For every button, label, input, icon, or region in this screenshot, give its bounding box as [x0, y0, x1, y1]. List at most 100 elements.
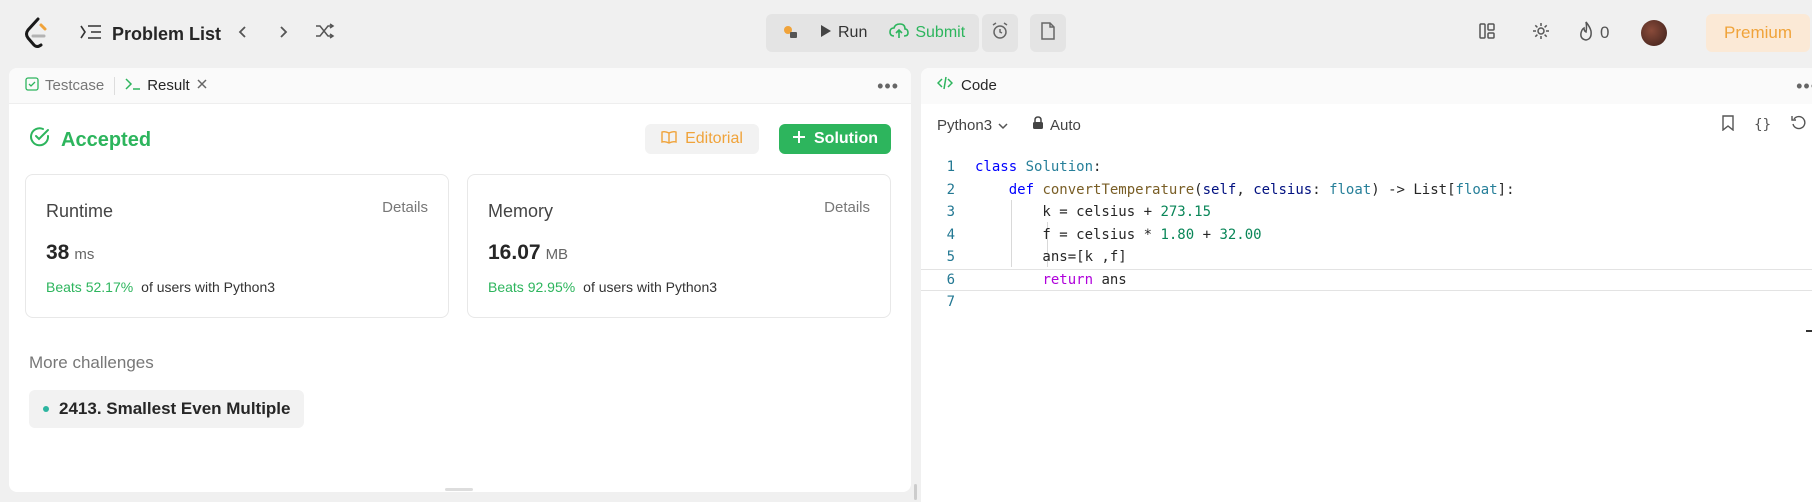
code-line-text: f = celsius * 1.80 + 32.00: [975, 226, 1262, 243]
prev-problem-button[interactable]: [228, 18, 258, 48]
runtime-card[interactable]: Runtime Details 38 ms Beats 52.17% of us…: [25, 174, 449, 318]
runtime-title: Runtime: [46, 201, 114, 221]
memory-details-link[interactable]: Details: [824, 199, 870, 216]
avatar: [1641, 20, 1667, 46]
runtime-details-link[interactable]: Details: [382, 199, 428, 216]
line-number: 1: [946, 159, 955, 176]
auto-mode-label: Auto: [1050, 116, 1081, 134]
check-circle-icon: [29, 126, 51, 154]
run-label: Run: [838, 24, 868, 41]
submit-label: Submit: [915, 24, 966, 41]
streak-counter[interactable]: 0: [1578, 16, 1609, 50]
settings-button[interactable]: [1532, 16, 1550, 50]
memory-title: Memory: [488, 201, 554, 221]
runtime-number: 38: [46, 241, 70, 264]
chevron-left-icon: [238, 23, 248, 44]
tab-result-label: Result: [147, 77, 190, 94]
problem-list-title: Problem List: [112, 23, 222, 44]
layout-icon: [1478, 22, 1496, 45]
memory-beats-suffix: of users with Python3: [583, 279, 718, 295]
auto-mode-toggle[interactable]: Auto: [1032, 116, 1081, 134]
code-icon: [936, 76, 954, 94]
tab-testcase[interactable]: Testcase: [15, 68, 114, 104]
code-line: 3 k = celsius + 273.15: [921, 201, 1812, 224]
play-icon: [820, 24, 832, 43]
bullet-dot: [43, 406, 49, 412]
close-icon[interactable]: [196, 77, 208, 94]
memory-value: 16.07 MB: [488, 241, 568, 265]
alarm-icon: [991, 21, 1009, 45]
streak-count: 0: [1600, 23, 1610, 42]
runtime-value: 38 ms: [46, 241, 94, 265]
more-challenges-title: More challenges: [29, 353, 154, 372]
premium-button[interactable]: Premium: [1706, 14, 1810, 52]
code-line-text: return ans: [1042, 271, 1127, 288]
debug-icon: [780, 22, 798, 45]
code-line: 5 ans=[k ,f]: [921, 246, 1812, 269]
random-problem-button[interactable]: [310, 18, 340, 48]
line-number: 2: [946, 181, 955, 198]
challenge-label: 2413. Smallest Even Multiple: [59, 399, 291, 418]
runtime-beats-percent: Beats 52.17%: [46, 279, 134, 295]
submit-button[interactable]: Submit: [879, 17, 975, 49]
logo-icon[interactable]: [22, 16, 52, 50]
avatar-button[interactable]: [1641, 16, 1667, 50]
runtime-unit: ms: [74, 246, 95, 263]
status-text: Accepted: [61, 128, 152, 151]
testcase-check-icon: [25, 76, 39, 95]
problem-list-link[interactable]: Problem List: [80, 20, 221, 48]
next-problem-button[interactable]: [268, 18, 298, 48]
tab-result[interactable]: Result: [115, 68, 218, 104]
editorial-button[interactable]: Editorial: [645, 124, 759, 154]
reset-icon[interactable]: [1791, 115, 1807, 135]
code-line-text: class Solution:: [975, 159, 1102, 176]
shuffle-icon: [315, 22, 335, 44]
tab-code-label: Code: [961, 76, 997, 94]
code-line: 2 def convertTemperature(self, celsius: …: [921, 179, 1812, 202]
result-panel: Testcase Result ••• Accepted Editorial S…: [9, 68, 911, 492]
runtime-beats: Beats 52.17% of users with Python3: [46, 279, 275, 295]
editor-tools: {}: [1722, 112, 1807, 138]
vertical-resize-handle[interactable]: [445, 488, 473, 491]
notes-button[interactable]: [1030, 14, 1066, 52]
run-button[interactable]: Run: [810, 17, 877, 49]
language-select[interactable]: Python3: [937, 117, 1008, 134]
note-icon: [1040, 21, 1056, 45]
layout-button[interactable]: [1478, 16, 1496, 50]
memory-number: 16.07: [488, 241, 541, 264]
gear-icon: [1532, 22, 1550, 45]
line-number: 3: [946, 204, 955, 221]
memory-card[interactable]: Memory Details 16.07 MB Beats 92.95% of …: [467, 174, 891, 318]
solution-button[interactable]: Solution: [779, 124, 891, 154]
code-editor[interactable]: 1 class Solution: 2 def convertTemperatu…: [921, 156, 1812, 314]
chevron-down-icon: [998, 117, 1008, 134]
memory-unit: MB: [545, 246, 569, 263]
memory-beats: Beats 92.95% of users with Python3: [488, 279, 717, 295]
code-line: 4 f = celsius * 1.80 + 32.00: [921, 224, 1812, 247]
code-line-text: ans=[k ,f]: [975, 249, 1127, 266]
plus-icon: [792, 130, 806, 149]
terminal-icon: [125, 77, 141, 95]
tab-code[interactable]: Code: [936, 76, 997, 94]
braces-icon[interactable]: {}: [1754, 117, 1771, 133]
code-line: 7: [921, 291, 1812, 314]
debug-button[interactable]: [770, 17, 808, 49]
code-tab-bar: Code •••: [921, 68, 1812, 104]
language-label: Python3: [937, 116, 993, 134]
panel-splitter[interactable]: [914, 484, 917, 500]
cloud-upload-icon: [889, 22, 910, 44]
status-accepted: Accepted: [29, 126, 151, 154]
code-line-text: k = celsius + 273.15: [975, 204, 1212, 221]
code-line: 1 class Solution:: [921, 156, 1812, 179]
editorial-label: Editorial: [685, 130, 743, 147]
bookmark-icon[interactable]: [1722, 115, 1734, 135]
timer-button[interactable]: [982, 14, 1018, 52]
run-submit-group: Run Submit: [766, 14, 980, 52]
more-options-icon[interactable]: •••: [877, 76, 899, 97]
line-number: 7: [946, 294, 955, 311]
code-more-options-icon[interactable]: •••: [1796, 76, 1812, 97]
code-line-text: def convertTemperature(self, celsius: fl…: [1008, 181, 1515, 198]
challenge-item[interactable]: 2413. Smallest Even Multiple: [29, 390, 305, 428]
list-icon: [80, 23, 102, 46]
book-icon: [661, 130, 677, 149]
